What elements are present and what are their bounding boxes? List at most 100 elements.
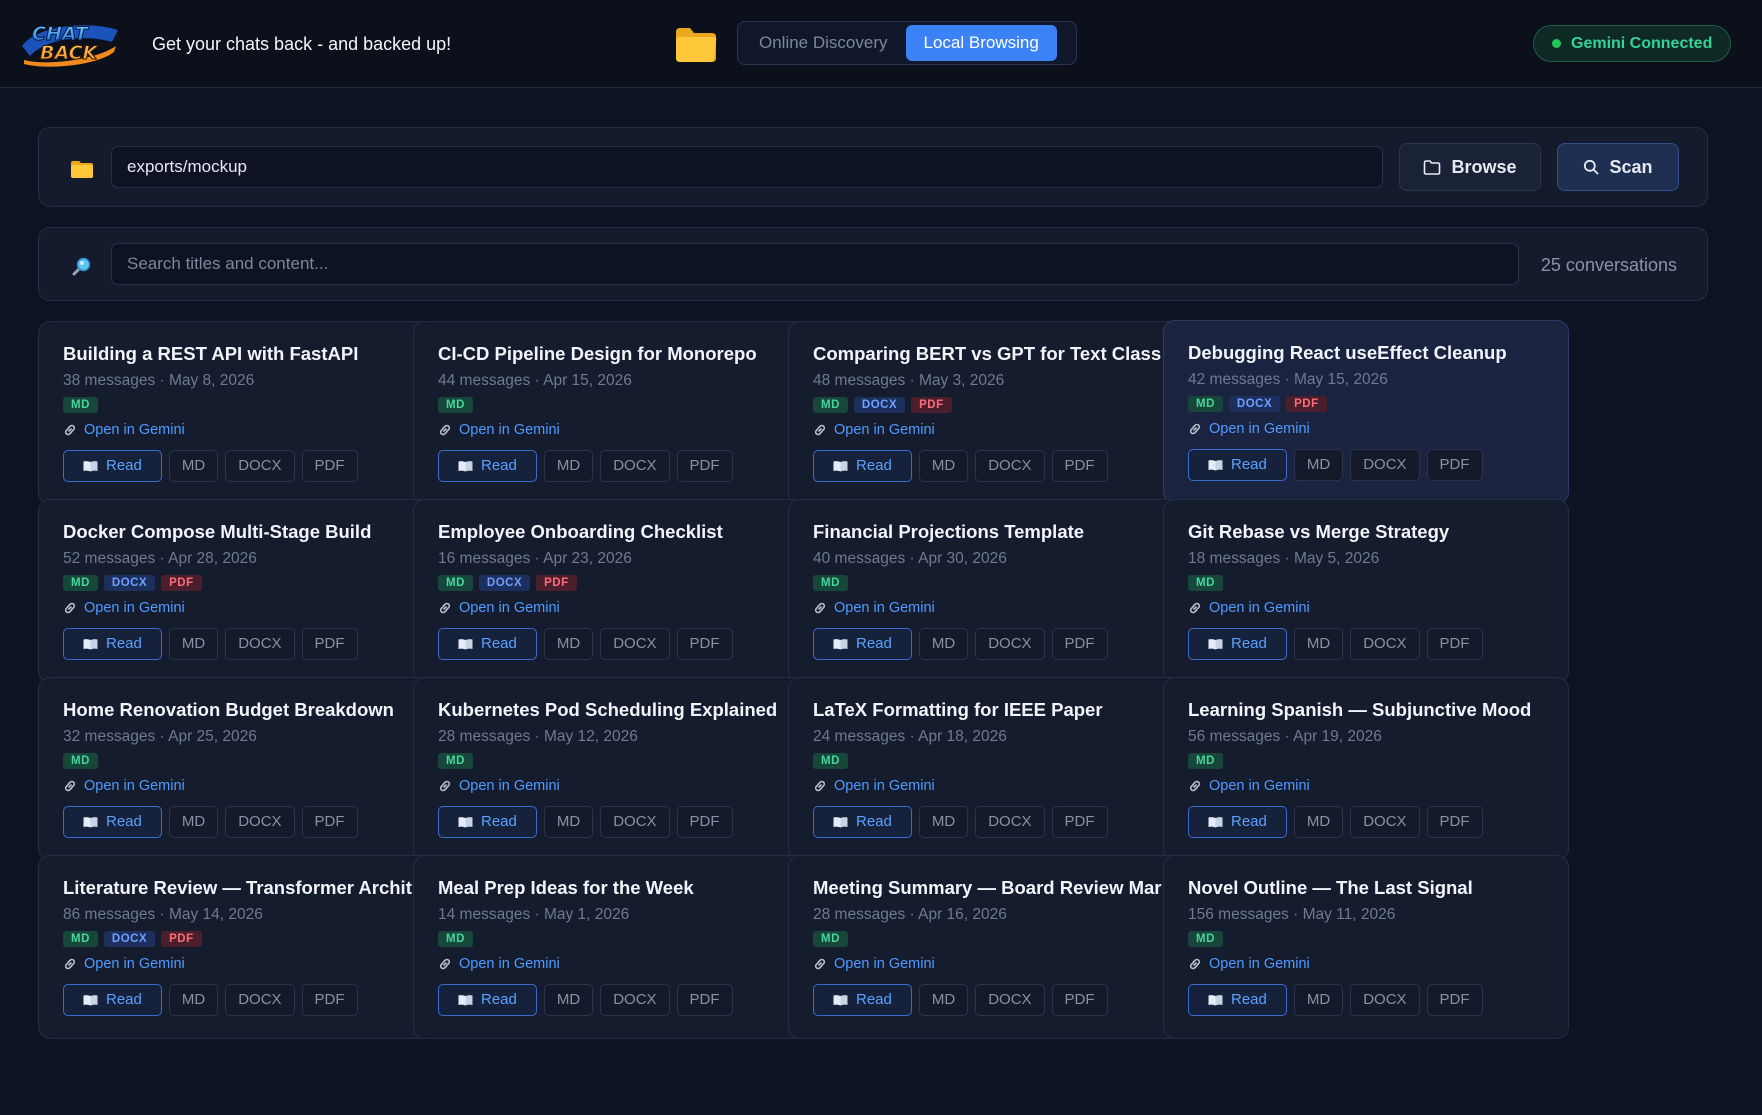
export-md-button[interactable]: MD	[918, 806, 969, 838]
read-button[interactable]: Read	[63, 806, 162, 838]
export-md-button[interactable]: MD	[1293, 984, 1344, 1016]
export-pdf-button[interactable]: PDF	[301, 628, 358, 660]
export-pdf-button[interactable]: PDF	[676, 628, 733, 660]
open-in-gemini-link[interactable]: Open in Gemini	[813, 422, 1193, 438]
open-in-gemini-link[interactable]: Open in Gemini	[438, 422, 818, 438]
export-md-button[interactable]: MD	[168, 450, 219, 482]
read-button[interactable]: Read	[1188, 806, 1287, 838]
read-button[interactable]: Read	[1188, 449, 1287, 481]
open-in-gemini-link[interactable]: Open in Gemini	[438, 778, 818, 794]
export-pdf-button[interactable]: PDF	[676, 806, 733, 838]
read-button[interactable]: Read	[63, 450, 162, 482]
read-button[interactable]: Read	[63, 984, 162, 1016]
open-in-gemini-link[interactable]: Open in Gemini	[1188, 600, 1568, 616]
export-pdf-button[interactable]: PDF	[1426, 806, 1483, 838]
export-pdf-button[interactable]: PDF	[1426, 449, 1483, 481]
conversation-card[interactable]: Employee Onboarding Checklist 16 message…	[413, 499, 819, 683]
export-pdf-button[interactable]: PDF	[1051, 984, 1108, 1016]
conversation-card[interactable]: Docker Compose Multi-Stage Build 52 mess…	[38, 499, 444, 683]
export-md-button[interactable]: MD	[1293, 806, 1344, 838]
export-docx-button[interactable]: DOCX	[600, 450, 670, 482]
open-in-gemini-link[interactable]: Open in Gemini	[438, 600, 818, 616]
export-md-button[interactable]: MD	[543, 806, 594, 838]
export-docx-button[interactable]: DOCX	[1350, 449, 1420, 481]
export-md-button[interactable]: MD	[543, 628, 594, 660]
conversation-card[interactable]: LaTeX Formatting for IEEE Paper 24 messa…	[788, 677, 1194, 861]
read-button[interactable]: Read	[1188, 984, 1287, 1016]
export-docx-button[interactable]: DOCX	[225, 628, 295, 660]
read-button[interactable]: Read	[438, 628, 537, 660]
scan-button[interactable]: Scan	[1557, 143, 1679, 191]
export-docx-button[interactable]: DOCX	[1350, 806, 1420, 838]
read-button[interactable]: Read	[813, 628, 912, 660]
export-pdf-button[interactable]: PDF	[1051, 628, 1108, 660]
read-button[interactable]: Read	[438, 806, 537, 838]
export-md-button[interactable]: MD	[543, 984, 594, 1016]
export-pdf-button[interactable]: PDF	[1426, 984, 1483, 1016]
open-in-gemini-link[interactable]: Open in Gemini	[813, 600, 1193, 616]
export-docx-button[interactable]: DOCX	[975, 984, 1045, 1016]
search-input[interactable]	[111, 243, 1519, 285]
conversation-card[interactable]: Home Renovation Budget Breakdown 32 mess…	[38, 677, 444, 861]
export-pdf-button[interactable]: PDF	[301, 984, 358, 1016]
open-in-gemini-link[interactable]: Open in Gemini	[438, 956, 818, 972]
export-docx-button[interactable]: DOCX	[600, 628, 670, 660]
conversation-card[interactable]: Kubernetes Pod Scheduling Explained 28 m…	[413, 677, 819, 861]
export-pdf-button[interactable]: PDF	[1051, 806, 1108, 838]
export-md-button[interactable]: MD	[918, 450, 969, 482]
read-button[interactable]: Read	[63, 628, 162, 660]
export-docx-button[interactable]: DOCX	[975, 806, 1045, 838]
conversation-card[interactable]: Comparing BERT vs GPT for Text Classif..…	[788, 321, 1194, 505]
read-button[interactable]: Read	[813, 806, 912, 838]
export-md-button[interactable]: MD	[168, 628, 219, 660]
read-button[interactable]: Read	[1188, 628, 1287, 660]
conversation-card[interactable]: Building a REST API with FastAPI 38 mess…	[38, 321, 444, 505]
export-docx-button[interactable]: DOCX	[975, 628, 1045, 660]
export-md-button[interactable]: MD	[168, 984, 219, 1016]
conversation-card[interactable]: Git Rebase vs Merge Strategy 18 messages…	[1163, 499, 1569, 683]
export-pdf-button[interactable]: PDF	[301, 806, 358, 838]
export-md-button[interactable]: MD	[918, 628, 969, 660]
conversation-card[interactable]: Meal Prep Ideas for the Week 14 messages…	[413, 855, 819, 1039]
export-pdf-button[interactable]: PDF	[1426, 628, 1483, 660]
export-docx-button[interactable]: DOCX	[225, 984, 295, 1016]
export-pdf-button[interactable]: PDF	[1051, 450, 1108, 482]
export-pdf-button[interactable]: PDF	[676, 450, 733, 482]
open-in-gemini-link[interactable]: Open in Gemini	[1188, 421, 1568, 437]
conversation-card[interactable]: Learning Spanish — Subjunctive Mood 56 m…	[1163, 677, 1569, 861]
export-pdf-button[interactable]: PDF	[676, 984, 733, 1016]
export-docx-button[interactable]: DOCX	[225, 806, 295, 838]
open-in-gemini-link[interactable]: Open in Gemini	[1188, 956, 1568, 972]
export-md-button[interactable]: MD	[168, 806, 219, 838]
folder-path-input[interactable]	[111, 146, 1383, 188]
open-in-gemini-link[interactable]: Open in Gemini	[1188, 778, 1568, 794]
conversation-card[interactable]: Financial Projections Template 40 messag…	[788, 499, 1194, 683]
export-docx-button[interactable]: DOCX	[600, 806, 670, 838]
read-button[interactable]: Read	[813, 984, 912, 1016]
tab-local-browsing[interactable]: Local Browsing	[905, 25, 1057, 61]
open-in-gemini-link[interactable]: Open in Gemini	[813, 956, 1193, 972]
conversation-card[interactable]: CI-CD Pipeline Design for Monorepo 44 me…	[413, 321, 819, 505]
export-docx-button[interactable]: DOCX	[600, 984, 670, 1016]
conversation-card[interactable]: Meeting Summary — Board Review March 28 …	[788, 855, 1194, 1039]
conversation-card[interactable]: Debugging React useEffect Cleanup 42 mes…	[1163, 320, 1569, 504]
export-md-button[interactable]: MD	[1293, 449, 1344, 481]
open-in-gemini-link[interactable]: Open in Gemini	[63, 422, 443, 438]
browse-button[interactable]: Browse	[1399, 143, 1541, 191]
conversation-card[interactable]: Novel Outline — The Last Signal 156 mess…	[1163, 855, 1569, 1039]
export-md-button[interactable]: MD	[543, 450, 594, 482]
tab-online-discovery[interactable]: Online Discovery	[741, 25, 906, 61]
export-pdf-button[interactable]: PDF	[301, 450, 358, 482]
open-in-gemini-link[interactable]: Open in Gemini	[63, 778, 443, 794]
export-docx-button[interactable]: DOCX	[1350, 984, 1420, 1016]
export-docx-button[interactable]: DOCX	[1350, 628, 1420, 660]
conversation-card[interactable]: Literature Review — Transformer Archit..…	[38, 855, 444, 1039]
open-in-gemini-link[interactable]: Open in Gemini	[813, 778, 1193, 794]
open-in-gemini-link[interactable]: Open in Gemini	[63, 956, 443, 972]
read-button[interactable]: Read	[813, 450, 912, 482]
export-docx-button[interactable]: DOCX	[225, 450, 295, 482]
open-in-gemini-link[interactable]: Open in Gemini	[63, 600, 443, 616]
export-docx-button[interactable]: DOCX	[975, 450, 1045, 482]
read-button[interactable]: Read	[438, 450, 537, 482]
read-button[interactable]: Read	[438, 984, 537, 1016]
